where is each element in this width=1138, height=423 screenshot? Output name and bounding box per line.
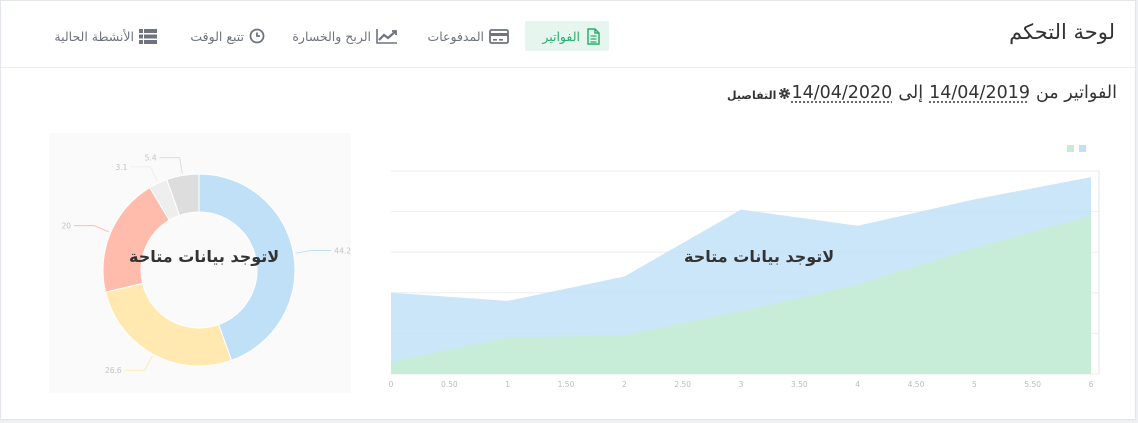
legend-swatch[interactable] — [1067, 145, 1074, 152]
range-connector: إلى — [898, 83, 924, 103]
tab-label: الأنشطة الحالية — [54, 28, 134, 44]
document-icon — [585, 27, 601, 45]
tab-time-tracking[interactable]: تتبع الوقت — [179, 21, 273, 51]
donut-value-label: 44.2 — [334, 246, 351, 255]
tab-current-activities[interactable]: الأنشطة الحالية — [39, 21, 165, 51]
donut-value-label: 20 — [61, 222, 71, 231]
tab-profit-loss[interactable]: الربح والخسارة — [286, 21, 406, 51]
gear-icon — [779, 88, 791, 102]
list-icon — [139, 28, 157, 44]
x-tick-label: 0.50 — [441, 380, 458, 389]
tab-label: المدفوعات — [427, 28, 484, 44]
to-date[interactable]: 14/04/2020 — [791, 83, 892, 103]
range-prefix: الفواتير من — [1035, 83, 1117, 103]
x-tick-label: 4 — [855, 380, 860, 389]
clock-icon — [249, 28, 265, 44]
donut-label-line — [130, 166, 158, 182]
donut-value-label: 3.1 — [116, 163, 128, 172]
details-button[interactable]: التفاصيل — [727, 88, 791, 102]
tab-invoices[interactable]: الفواتير — [525, 21, 609, 51]
no-data-message: لاتوجد بيانات متاحة — [129, 247, 280, 266]
area-chart-panel: 0 0.50 1 1.50 2 2.50 3 3.50 4 4.50 5 5.50 6 لاتوجد ب… — [371, 133, 1111, 393]
x-tick-label: 5 — [972, 380, 977, 389]
x-tick-label: 6 — [1089, 380, 1094, 389]
tab-label: الربح والخسارة — [292, 28, 371, 44]
x-tick-label: 2.50 — [674, 380, 691, 389]
x-tick-label: 1 — [505, 380, 510, 389]
x-tick-label: 5.50 — [1024, 380, 1041, 389]
x-tick-label: 4.50 — [908, 380, 925, 389]
donut-value-label: 26.6 — [105, 366, 122, 375]
date-range: الفواتير من 14/04/2019 إلى 14/04/2020 — [791, 83, 1117, 103]
tab-bar: الفواتير المدفوعات الربح والخسارة تتبع ا… — [1, 1, 1135, 68]
legend-swatch[interactable] — [1079, 145, 1086, 152]
donut-label-line — [124, 355, 153, 371]
donut-value-label: 5.4 — [145, 154, 157, 163]
x-tick-label: 1.50 — [558, 380, 575, 389]
tab-label: تتبع الوقت — [190, 28, 244, 44]
tab-payments[interactable]: المدفوعات — [421, 21, 517, 51]
dashboard-header: لوحة التحكم الفواتير المدفوعات الربح وال… — [1, 1, 1135, 68]
details-label: التفاصيل — [727, 88, 777, 102]
x-tick-label: 3 — [739, 380, 744, 389]
donut-label-line — [74, 225, 109, 233]
credit-card-icon — [489, 28, 509, 44]
x-tick-label: 0 — [389, 380, 394, 389]
donut-label-line — [295, 249, 332, 254]
donut-label-line — [159, 157, 183, 174]
x-tick-label: 2 — [622, 380, 627, 389]
donut-slice[interactable] — [104, 282, 233, 367]
x-tick-label: 3.50 — [791, 380, 808, 389]
trend-chart-icon — [376, 28, 398, 44]
tab-label: الفواتير — [542, 28, 580, 44]
dashboard-card: لوحة التحكم الفواتير المدفوعات الربح وال… — [0, 0, 1136, 420]
from-date[interactable]: 14/04/2019 — [929, 83, 1030, 103]
no-data-message: لاتوجد بيانات متاحة — [684, 247, 835, 266]
donut-chart-panel: 44.2 26.6 20 3.1 5.4 لاتوجد بيانات متاحة — [49, 133, 351, 393]
